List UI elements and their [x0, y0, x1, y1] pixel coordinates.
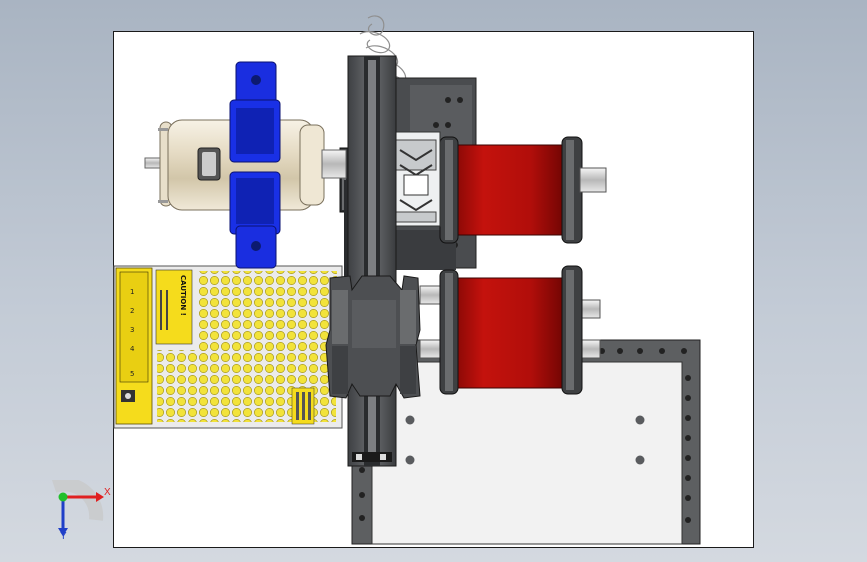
power-supply[interactable]: 1 2 3 4 5 CAUTION !: [113, 265, 343, 429]
y-axis-label: Y: [60, 531, 67, 542]
caution-heading: CAUTION !: [179, 275, 187, 316]
spool-reel-upper: [439, 136, 607, 244]
terminal-1: 1: [130, 288, 134, 296]
terminal-3: 3: [130, 326, 134, 334]
terminal-5: 5: [130, 370, 134, 378]
linear-rail: [347, 55, 397, 467]
x-axis-label: X: [104, 487, 111, 498]
coordinate-triad: X Y: [44, 480, 114, 544]
aluminum-extrusion: [391, 131, 441, 227]
origin-dot: [58, 492, 68, 502]
terminal-4: 4: [130, 345, 135, 353]
carriage-block: [325, 275, 421, 399]
assembly-model[interactable]: 1 2 3 4 5 CAUTION !: [0, 0, 867, 562]
spool-reel-lower: [439, 265, 583, 395]
graphics-viewport[interactable]: 1 2 3 4 5 CAUTION ! X Y: [0, 0, 867, 562]
terminal-2: 2: [130, 307, 134, 315]
